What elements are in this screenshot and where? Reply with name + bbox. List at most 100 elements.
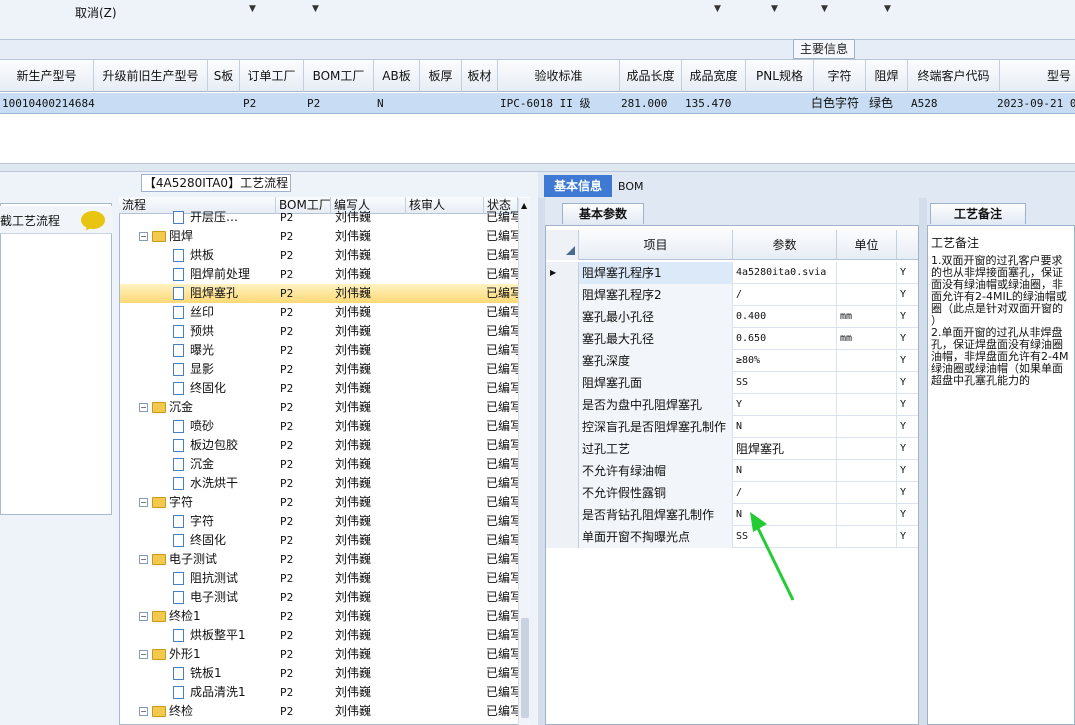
tree-step-row[interactable]: 字符 P2 刘伟巍 已编写 [120, 512, 522, 531]
tree-node[interactable]: 终固化 [173, 531, 276, 550]
col-header[interactable]: PNL规格 [746, 60, 814, 92]
col-header[interactable]: 板厚 [420, 60, 462, 92]
collapse-icon[interactable]: − [139, 498, 148, 507]
tab-bom[interactable]: BOM [618, 177, 644, 197]
param-unit-cell[interactable] [837, 460, 897, 482]
grid-col-header[interactable]: 参数 [733, 230, 837, 260]
collapse-icon[interactable]: − [139, 707, 148, 716]
tree-step-row[interactable]: 丝印 P2 刘伟巍 已编写 [120, 303, 522, 322]
table-row[interactable]: 10010400214684 P2 P2 N IPC-6018 II 级 281… [0, 93, 1075, 114]
param-row[interactable]: 不允许有绿油帽 N Y [546, 460, 918, 482]
param-flag-cell[interactable]: Y [897, 284, 918, 306]
tree-node[interactable]: 成品清洗1 [173, 683, 276, 702]
tree-step-row[interactable]: 预烘 P2 刘伟巍 已编写 [120, 322, 522, 341]
tree-step-row[interactable]: 沉金 P2 刘伟巍 已编写 [120, 455, 522, 474]
collapse-icon[interactable]: − [139, 555, 148, 564]
tree-step-row[interactable]: 显影 P2 刘伟巍 已编写 [120, 360, 522, 379]
tree-step-row[interactable]: 阻焊塞孔 P2 刘伟巍 已编写 [120, 284, 522, 303]
tree-step-row[interactable]: 终固化 P2 刘伟巍 已编写 [120, 531, 522, 550]
tree-node[interactable]: − 电子测试 [139, 550, 274, 569]
notes-text[interactable]: 1.双面开窗的过孔客户要求 的也从非焊接面塞孔，保证 面没有绿油帽或绿油圈，非 … [931, 255, 1075, 387]
row-indicator[interactable] [546, 350, 579, 372]
row-indicator[interactable] [546, 306, 579, 328]
row-indicator[interactable] [546, 284, 579, 306]
horizontal-splitter[interactable] [0, 163, 1075, 172]
param-flag-cell[interactable]: Y [897, 262, 918, 284]
param-value-cell[interactable]: / [733, 284, 837, 306]
tree-node[interactable]: 丝印 [173, 303, 276, 322]
param-flag-cell[interactable]: Y [897, 328, 918, 350]
param-unit-cell[interactable] [837, 284, 897, 306]
param-value-cell[interactable]: Y [733, 394, 837, 416]
tree-group-row[interactable]: − 字符 P2 刘伟巍 已编写 [120, 493, 522, 512]
tree-node[interactable]: − 终检1 [139, 607, 274, 626]
param-unit-cell[interactable]: mm [837, 306, 897, 328]
param-row[interactable]: 过孔工艺 阻焊塞孔 Y [546, 438, 918, 460]
param-value-cell[interactable]: 阻焊塞孔 [733, 438, 837, 460]
param-row[interactable]: 塞孔深度 ≥80% Y [546, 350, 918, 372]
grid-col-header[interactable]: 单位 [837, 230, 897, 260]
param-flag-cell[interactable]: Y [897, 306, 918, 328]
tree-step-row[interactable]: 板边包胶 P2 刘伟巍 已编写 [120, 436, 522, 455]
param-flag-cell[interactable]: Y [897, 526, 918, 548]
param-flag-cell[interactable]: Y [897, 504, 918, 526]
tree-node[interactable]: − 沉金 [139, 398, 274, 417]
col-header[interactable]: 成品长度 [620, 60, 682, 92]
row-indicator[interactable] [546, 438, 579, 460]
param-flag-cell[interactable]: Y [897, 350, 918, 372]
param-flag-cell[interactable]: Y [897, 482, 918, 504]
col-header[interactable]: 新生产型号 [0, 60, 94, 92]
tree-step-row[interactable]: 水洗烘干 P2 刘伟巍 已编写 [120, 474, 522, 493]
col-header[interactable]: 升级前旧生产型号 [94, 60, 208, 92]
param-row[interactable]: 控深盲孔是否阻焊塞孔制作 N Y [546, 416, 918, 438]
col-header[interactable]: 字符 [814, 60, 866, 92]
param-unit-cell[interactable] [837, 372, 897, 394]
col-header[interactable]: 型号 [1000, 60, 1075, 92]
param-row[interactable]: 单面开窗不掏曝光点 SS Y [546, 526, 918, 548]
param-row[interactable]: 是否为盘中孔阻焊塞孔 Y Y [546, 394, 918, 416]
tree-step-row[interactable]: 电子测试 P2 刘伟巍 已编写 [120, 588, 522, 607]
tree-step-row[interactable]: 烘板 P2 刘伟巍 已编写 [120, 246, 522, 265]
param-row[interactable]: 阻焊塞孔程序2/ Y [546, 284, 918, 306]
vertical-splitter[interactable] [538, 198, 545, 725]
col-header[interactable]: 板材 [462, 60, 498, 92]
param-value-cell[interactable]: 0.650 [733, 328, 837, 350]
tree-node[interactable]: 沉金 [173, 455, 276, 474]
tree-node[interactable]: 终固化 [173, 379, 276, 398]
row-indicator[interactable] [546, 394, 579, 416]
tree-group-row[interactable]: − 阻焊 P2 刘伟巍 已编写 [120, 227, 522, 246]
col-header[interactable]: BOM工厂 [304, 60, 374, 92]
tab-basic-params[interactable]: 基本参数 [562, 203, 644, 224]
tree-node[interactable]: 阻抗测试 [173, 569, 276, 588]
scroll-thumb[interactable] [521, 618, 529, 718]
tree-node[interactable]: 喷砂 [173, 417, 276, 436]
tree-node[interactable]: 阻焊前处理 [173, 265, 276, 284]
chevron-down-icon[interactable]: ▼ [771, 4, 778, 14]
param-value-cell[interactable]: ≥80% [733, 350, 837, 372]
param-row[interactable]: 不允许假性露铜 / Y [546, 482, 918, 504]
collapse-icon[interactable]: − [139, 612, 148, 621]
col-header[interactable]: 阻焊 [866, 60, 908, 92]
param-unit-cell[interactable]: mm [837, 328, 897, 350]
tab-process-notes[interactable]: 工艺备注 [930, 203, 1026, 224]
main-info-tab[interactable]: 主要信息 [793, 39, 855, 59]
row-indicator[interactable] [546, 482, 579, 504]
tree-node[interactable]: 烘板 [173, 246, 276, 265]
tree-node[interactable]: − 字符 [139, 493, 274, 512]
tree-node[interactable]: 阻焊塞孔 [173, 284, 276, 303]
tree-node[interactable]: 板边包胶 [173, 436, 276, 455]
col-header[interactable]: AB板 [374, 60, 420, 92]
param-unit-cell[interactable] [837, 262, 897, 284]
tree-scrollbar[interactable]: ▲ [518, 198, 530, 725]
tree-node[interactable]: 字符 [173, 512, 276, 531]
param-flag-cell[interactable]: Y [897, 372, 918, 394]
param-value-cell[interactable]: N [733, 416, 837, 438]
param-row[interactable]: 是否背钻孔阻焊塞孔制作 N Y [546, 504, 918, 526]
param-flag-cell[interactable]: Y [897, 416, 918, 438]
tree-node[interactable]: 开层压… [173, 208, 276, 227]
param-value-cell[interactable]: 0.400 [733, 306, 837, 328]
chevron-down-icon[interactable]: ▼ [312, 4, 319, 14]
collapse-icon[interactable]: − [139, 650, 148, 659]
tree-step-row[interactable]: 开层压… P2 刘伟巍 已编写 [120, 208, 522, 227]
param-flag-cell[interactable]: Y [897, 394, 918, 416]
